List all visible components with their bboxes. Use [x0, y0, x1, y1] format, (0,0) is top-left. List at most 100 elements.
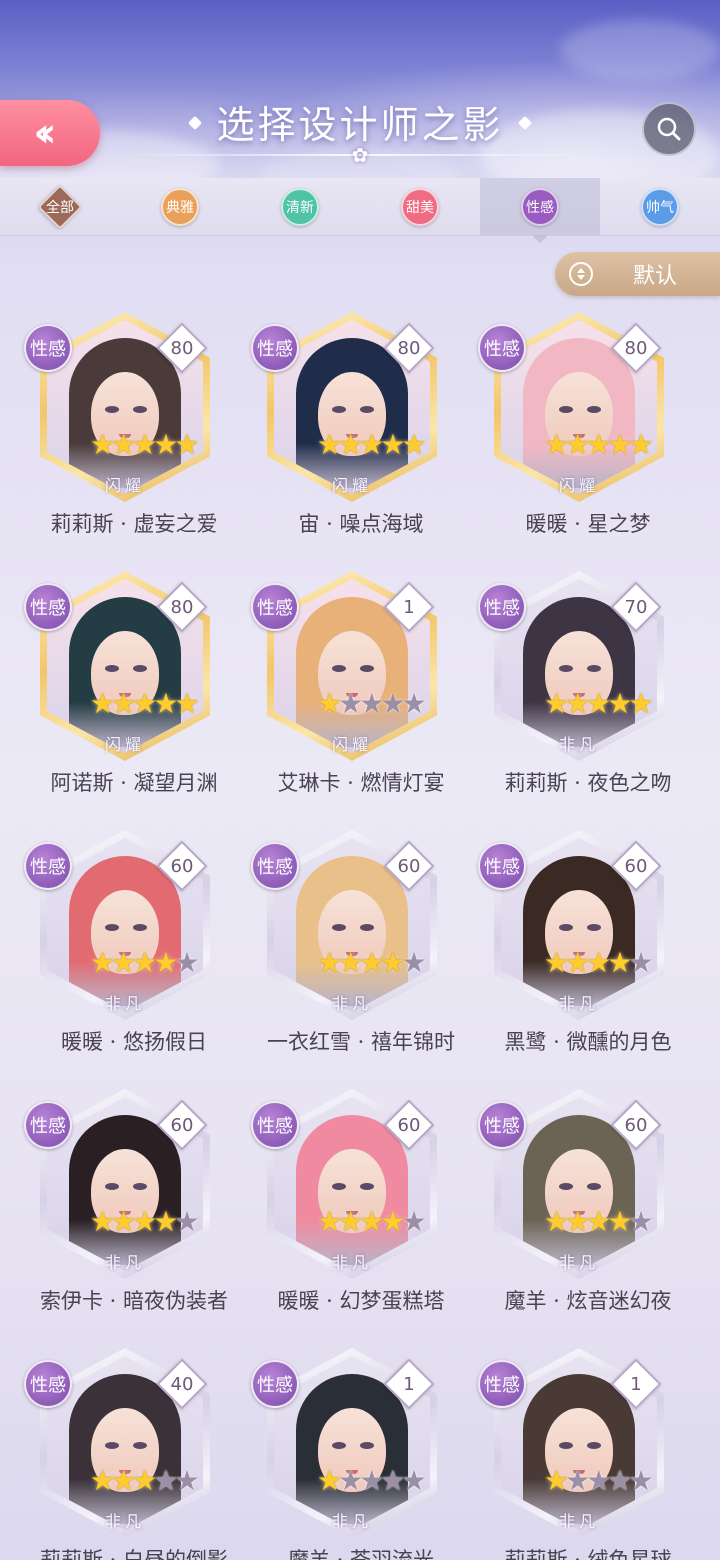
designer-card[interactable]: ★ ★ ★ ★ ★ 闪耀 性感 80 暖暖 · 星之梦	[474, 312, 702, 542]
star-rating: ★ ★ ★ ★ ★	[90, 428, 200, 461]
rarity-tag: 闪耀	[104, 476, 145, 495]
designer-card[interactable]: ★ ★ ★ ★ ★ 非凡 性感 60 暖暖 · 幻梦蛋糕塔	[247, 1089, 475, 1319]
star-empty-icon: ★	[628, 1464, 654, 1497]
level-value: 80	[624, 337, 648, 359]
designer-name: 魔羊 · 炫音迷幻夜	[504, 1289, 672, 1313]
portrait-eye	[559, 406, 573, 413]
designer-card[interactable]: ★ ★ ★ ★ ★ 非凡 性感 40 莉莉斯 · 白昼的倒影	[20, 1348, 248, 1560]
star-rating: ★ ★ ★ ★ ★	[317, 430, 427, 460]
star-rating: ★ ★ ★ ★ ★	[317, 946, 427, 979]
star-rating: ★ ★ ★ ★ ★	[544, 1464, 654, 1497]
star-empty-icon: ★	[174, 1205, 200, 1238]
portrait-eye	[587, 406, 601, 413]
star-filled-icon: ★	[628, 428, 654, 461]
rarity-tag: 非凡	[104, 994, 145, 1013]
level-value: 60	[624, 1114, 648, 1136]
style-type-badge: 性感	[478, 324, 526, 372]
style-type-badge: 性感	[251, 583, 299, 631]
style-type-badge: 性感	[251, 1360, 299, 1408]
level-value: 1	[630, 1373, 642, 1395]
portrait-eye	[559, 1183, 573, 1190]
style-type-badge: 性感	[24, 583, 72, 631]
star-rating: ★ ★ ★ ★ ★	[544, 428, 654, 461]
portrait-eye	[587, 1442, 601, 1449]
level-value: 1	[403, 1373, 415, 1395]
designer-name: 魔羊 · 苍羽流光	[287, 1548, 435, 1560]
portrait-eye	[360, 924, 374, 931]
rarity-tag: 非凡	[558, 735, 599, 754]
portrait-eye	[360, 406, 374, 413]
portrait-eye	[332, 924, 346, 931]
designer-name: 暖暖 · 幻梦蛋糕塔	[277, 1289, 445, 1313]
star-empty-icon: ★	[401, 687, 427, 720]
rarity-tag: 非凡	[331, 1253, 372, 1272]
designer-name: 黑鹭 · 微醺的月色	[504, 1030, 672, 1054]
level-value: 40	[170, 1373, 194, 1395]
rarity-tag: 非凡	[331, 1512, 372, 1531]
star-rating: ★ ★ ★ ★ ★	[317, 687, 427, 720]
portrait-eye	[559, 924, 573, 931]
rarity-tag: 非凡	[558, 1512, 599, 1531]
portrait-eye	[332, 665, 346, 672]
designer-name: 暖暖 · 星之梦	[525, 512, 651, 536]
rarity-tag: 闪耀	[558, 476, 599, 495]
level-value: 60	[624, 855, 648, 877]
style-type-badge: 性感	[478, 842, 526, 890]
star-rating: ★ ★ ★ ★ ★	[317, 1464, 427, 1497]
designer-card[interactable]: ★ ★ ★ ★ ★ 闪耀 性感 80 阿诺斯 · 凝望月渊	[20, 571, 248, 801]
portrait-eye	[360, 665, 374, 672]
portrait-eye	[133, 924, 147, 931]
star-empty-icon: ★	[401, 1205, 427, 1238]
designer-card[interactable]: ★ ★ ★ ★ ★ 非凡 性感 70 莉莉斯 · 夜色之吻	[474, 571, 702, 801]
portrait-eye	[587, 665, 601, 672]
designer-name: 暖暖 · 悠扬假日	[60, 1030, 208, 1054]
portrait-eye	[105, 665, 119, 672]
designer-card[interactable]: ★ ★ ★ ★ ★ 闪耀 性感 80 宙 · 噪点海域	[247, 312, 475, 542]
portrait-eye	[133, 1183, 147, 1190]
style-type-badge: 性感	[251, 324, 299, 372]
level-value: 80	[170, 337, 194, 359]
designer-card[interactable]: ★ ★ ★ ★ ★ 非凡 性感 60 魔羊 · 炫音迷幻夜	[474, 1089, 702, 1319]
designer-name: 索伊卡 · 暗夜伪装者	[39, 1289, 229, 1313]
star-empty-icon: ★	[401, 1464, 427, 1497]
style-type-badge: 性感	[24, 842, 72, 890]
star-rating: ★ ★ ★ ★ ★	[544, 1207, 654, 1237]
portrait-eye	[559, 1442, 573, 1449]
style-type-badge: 性感	[24, 1360, 72, 1408]
level-value: 60	[397, 855, 421, 877]
portrait-eye	[332, 1183, 346, 1190]
star-rating: ★ ★ ★ ★ ★	[90, 1464, 200, 1497]
level-value: 60	[397, 1114, 421, 1136]
rarity-tag: 非凡	[104, 1253, 145, 1272]
portrait-eye	[105, 924, 119, 931]
level-value: 60	[170, 1114, 194, 1136]
star-filled-icon: ★	[174, 687, 200, 720]
designer-card[interactable]: ★ ★ ★ ★ ★ 非凡 性感 60 暖暖 · 悠扬假日	[20, 830, 248, 1060]
rarity-tag: 非凡	[558, 1253, 599, 1272]
star-filled-icon: ★	[628, 687, 654, 720]
level-value: 80	[170, 596, 194, 618]
designer-card[interactable]: ★ ★ ★ ★ ★ 非凡 性感 60 索伊卡 · 暗夜伪装者	[20, 1089, 248, 1319]
designer-card[interactable]: ★ ★ ★ ★ ★ 闪耀 性感 1 艾琳卡 · 燃情灯宴	[247, 571, 475, 801]
designer-name: 莉莉斯 · 白昼的倒影	[39, 1548, 229, 1560]
style-type-badge: 性感	[24, 1101, 72, 1149]
designer-card[interactable]: ★ ★ ★ ★ ★ 非凡 性感 60 黑鹭 · 微醺的月色	[474, 830, 702, 1060]
star-empty-icon: ★	[401, 946, 427, 979]
rarity-tag: 闪耀	[104, 735, 145, 754]
star-empty-icon: ★	[174, 946, 200, 979]
style-type-badge: 性感	[478, 1360, 526, 1408]
star-rating: ★ ★ ★ ★ ★	[317, 1205, 427, 1238]
level-value: 80	[397, 337, 421, 359]
star-rating: ★ ★ ★ ★ ★	[90, 687, 200, 720]
designer-card[interactable]: ★ ★ ★ ★ ★ 非凡 性感 60 一衣红雪 · 禧年锦时	[247, 830, 475, 1060]
star-filled-icon: ★	[174, 428, 200, 461]
rarity-tag: 闪耀	[331, 735, 372, 754]
designer-card[interactable]: ★ ★ ★ ★ ★ 非凡 性感 1 魔羊 · 苍羽流光	[247, 1348, 475, 1560]
style-type-badge: 性感	[478, 1101, 526, 1149]
designer-card[interactable]: ★ ★ ★ ★ ★ 非凡 性感 1 莉莉斯 · 绒色星球	[474, 1348, 702, 1560]
star-empty-icon: ★	[174, 1464, 200, 1497]
designer-card[interactable]: ★ ★ ★ ★ ★ 闪耀 性感 80 莉莉斯 · 虚妄之爱	[20, 312, 248, 542]
portrait-eye	[133, 665, 147, 672]
rarity-tag: 非凡	[558, 994, 599, 1013]
star-rating: ★ ★ ★ ★ ★	[90, 1205, 200, 1238]
